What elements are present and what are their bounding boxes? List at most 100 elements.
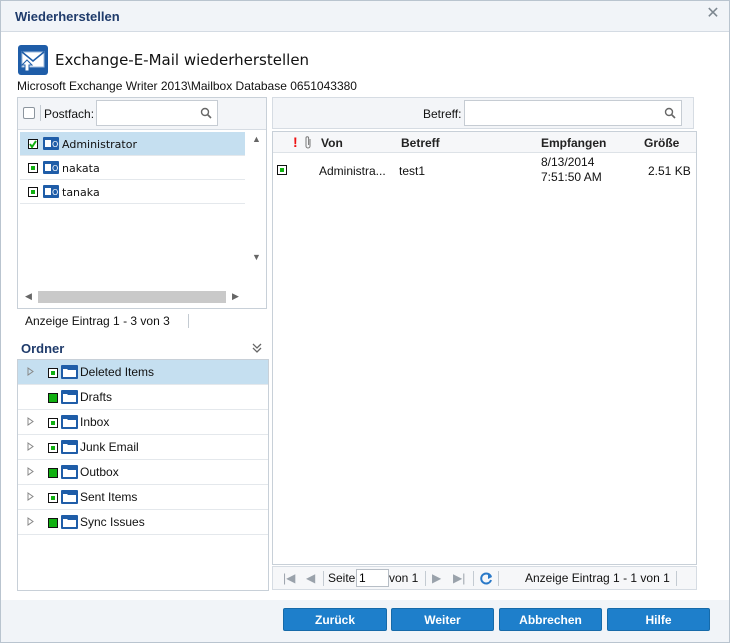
- folder-row-junk-email[interactable]: Junk Email: [18, 435, 268, 460]
- divider: [498, 571, 499, 586]
- partial-status-icon[interactable]: [277, 165, 287, 175]
- divider: [40, 105, 41, 121]
- mail-size: 2.51 KB: [648, 164, 691, 178]
- mailbox-row-administrator[interactable]: O Administrator: [20, 132, 245, 156]
- select-all-mailboxes-checkbox[interactable]: [23, 107, 35, 119]
- size-column-header[interactable]: Größe: [644, 136, 679, 150]
- divider: [323, 571, 324, 586]
- partial-status-icon[interactable]: [28, 187, 38, 197]
- folder-panel-title: Ordner: [21, 341, 65, 356]
- mail-count-text: Anzeige Eintrag 1 - 1 von 1: [525, 571, 670, 585]
- page-number-input[interactable]: [356, 569, 389, 587]
- last-page-icon[interactable]: ▶|: [453, 571, 465, 585]
- folder-row-outbox[interactable]: Outbox: [18, 460, 268, 485]
- mailbox-search-input[interactable]: [96, 100, 218, 126]
- folder-row-sync-issues[interactable]: Sync Issues: [18, 510, 268, 535]
- attachment-icon[interactable]: [304, 136, 312, 149]
- full-status-icon[interactable]: [48, 393, 58, 403]
- scrollbar-thumb[interactable]: [38, 291, 226, 303]
- svg-text:O: O: [52, 164, 58, 173]
- full-status-icon[interactable]: [48, 468, 58, 478]
- folder-icon: [61, 515, 78, 529]
- mail-grid-header: ! Von Betreff Empfangen Größe: [273, 132, 696, 153]
- mail-from: Administra...: [319, 164, 386, 178]
- expand-arrow-icon[interactable]: [27, 467, 35, 476]
- full-status-icon[interactable]: [48, 518, 58, 528]
- expand-arrow-icon[interactable]: [27, 442, 35, 451]
- next-button[interactable]: Weiter: [391, 608, 494, 631]
- divider: [188, 314, 189, 328]
- close-icon[interactable]: ✕: [705, 5, 721, 23]
- back-button[interactable]: Zurück: [283, 608, 387, 631]
- search-icon[interactable]: [664, 107, 676, 119]
- collapse-icon[interactable]: [251, 342, 263, 354]
- search-icon[interactable]: [200, 107, 212, 119]
- mailbox-panel: Postfach: O Administrator O nakata O tan…: [17, 97, 267, 309]
- cancel-button[interactable]: Abbrechen: [499, 608, 602, 631]
- mailbox-icon: O: [43, 161, 59, 174]
- folder-label: Sent Items: [80, 490, 138, 504]
- folder-row-deleted-items[interactable]: Deleted Items: [18, 360, 268, 385]
- mail-received-time: 7:51:50 AM: [541, 170, 602, 184]
- svg-text:O: O: [52, 188, 58, 197]
- expand-arrow-icon[interactable]: [27, 517, 35, 526]
- scroll-right-icon[interactable]: ▶: [232, 291, 239, 302]
- first-page-icon[interactable]: |◀: [283, 571, 295, 585]
- folder-icon: [61, 490, 78, 504]
- partial-status-icon[interactable]: [28, 163, 38, 173]
- partial-status-icon[interactable]: [48, 493, 58, 503]
- checked-status-icon[interactable]: [28, 139, 38, 149]
- mailbox-icon: O: [43, 137, 59, 150]
- subject-filter-label: Betreff:: [423, 107, 462, 121]
- divider: [676, 571, 677, 586]
- folder-row-inbox[interactable]: Inbox: [18, 410, 268, 435]
- mailbox-row-tanaka[interactable]: O tanaka: [20, 180, 245, 204]
- help-button[interactable]: Hilfe: [607, 608, 710, 631]
- folder-row-sent-items[interactable]: Sent Items: [18, 485, 268, 510]
- expand-arrow-icon[interactable]: [27, 417, 35, 426]
- folder-row-drafts[interactable]: Drafts: [18, 385, 268, 410]
- mail-subject: test1: [399, 164, 426, 178]
- divider: [473, 571, 474, 586]
- mail-row[interactable]: Administra... test1 8/13/2014 7:51:50 AM…: [273, 154, 696, 188]
- title-bar: Wiederherstellen ✕: [1, 1, 729, 32]
- page-label: Seite: [328, 571, 356, 585]
- prev-page-icon[interactable]: ◀: [306, 571, 315, 585]
- mailbox-label: Administrator: [62, 138, 137, 151]
- folder-label: Inbox: [80, 415, 110, 429]
- scroll-up-icon[interactable]: ▲: [252, 134, 261, 144]
- folder-icon: [61, 465, 78, 479]
- partial-status-icon[interactable]: [48, 443, 58, 453]
- mailbox-icon: O: [43, 185, 59, 198]
- received-column-header[interactable]: Empfangen: [541, 136, 606, 150]
- folder-icon: [61, 390, 78, 404]
- mail-filter-bar: Betreff:: [272, 97, 694, 129]
- partial-status-icon[interactable]: [48, 368, 58, 378]
- subject-column-header[interactable]: Betreff: [401, 136, 440, 150]
- folder-tree: Deleted Items Drafts Inbox Junk Email Ou…: [17, 359, 269, 591]
- dialog-footer: Zurück Weiter Abbrechen Hilfe: [1, 600, 729, 642]
- dialog-title: Wiederherstellen: [15, 9, 120, 24]
- from-column-header[interactable]: Von: [321, 136, 343, 150]
- folder-icon: [61, 440, 78, 454]
- expand-arrow-icon[interactable]: [27, 492, 35, 501]
- scroll-down-icon[interactable]: ▼: [252, 252, 261, 262]
- scroll-left-icon[interactable]: ◀: [25, 291, 32, 302]
- subject-search-input[interactable]: [464, 100, 682, 126]
- partial-status-icon[interactable]: [48, 418, 58, 428]
- next-page-icon[interactable]: ▶: [432, 571, 441, 585]
- folder-label: Outbox: [80, 465, 119, 479]
- mailbox-horizontal-scrollbar[interactable]: ◀ ▶: [20, 288, 248, 306]
- importance-column-header[interactable]: !: [293, 134, 298, 150]
- svg-text:O: O: [52, 140, 58, 149]
- mailbox-row-nakata[interactable]: O nakata: [20, 156, 245, 180]
- page-count-label: von 1: [389, 571, 419, 585]
- mail-grid: ! Von Betreff Empfangen Größe Administra…: [272, 131, 697, 565]
- mailbox-vertical-scrollbar[interactable]: ▲ ▼: [248, 132, 265, 292]
- expand-arrow-icon[interactable]: [27, 367, 35, 376]
- header-title: Exchange-E-Mail wiederherstellen: [55, 51, 310, 69]
- folder-icon: [61, 415, 78, 429]
- refresh-icon[interactable]: [479, 571, 494, 586]
- mailbox-status-bar: Anzeige Eintrag 1 - 3 von 3: [17, 311, 267, 331]
- folder-label: Drafts: [80, 390, 113, 404]
